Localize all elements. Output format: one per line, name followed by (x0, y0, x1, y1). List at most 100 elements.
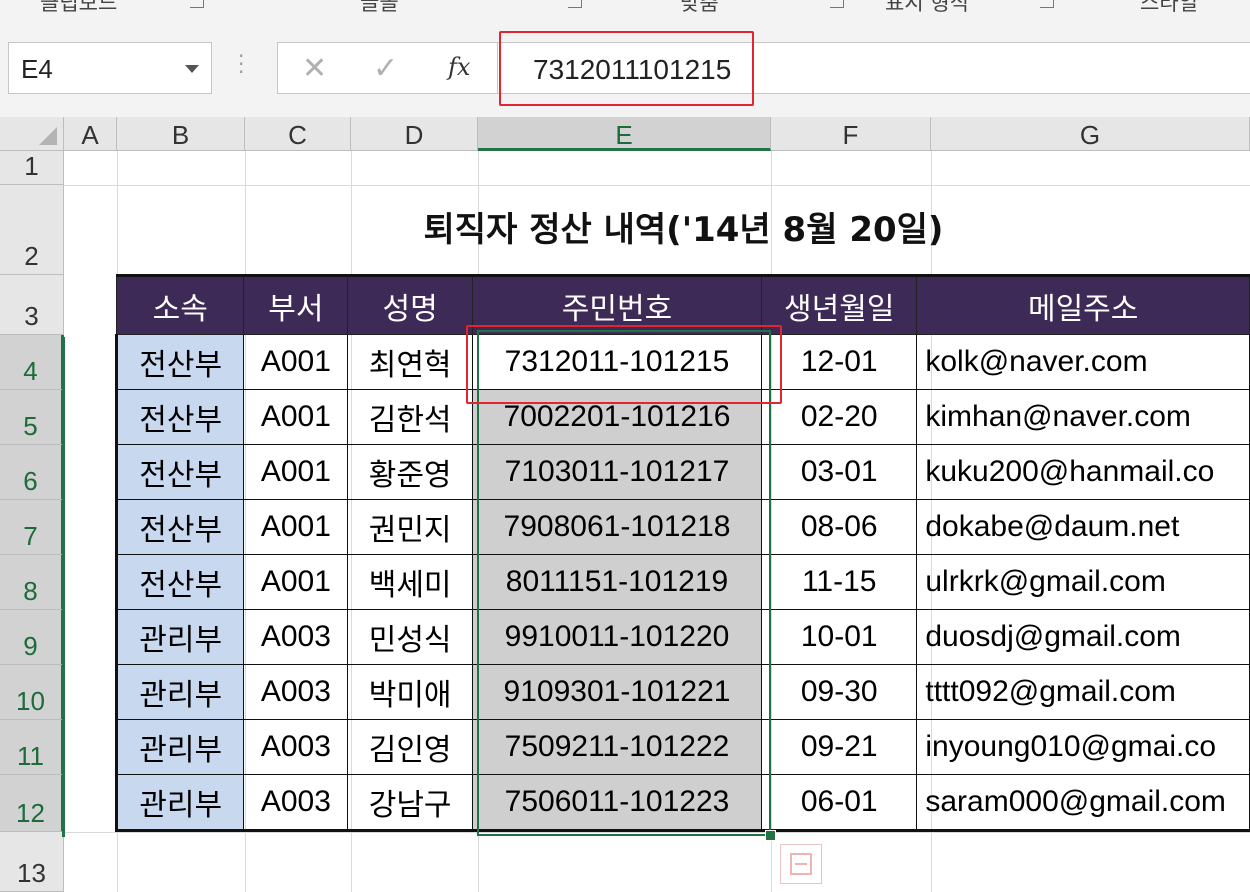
quick-analysis-button[interactable] (780, 844, 822, 884)
cell-name[interactable]: 민성식 (347, 609, 473, 665)
cell-birth[interactable]: 08-06 (761, 499, 918, 555)
cell-birth[interactable]: 03-01 (761, 444, 918, 500)
row-header-12[interactable]: 12 (0, 775, 64, 832)
insert-function-icon[interactable]: fx (448, 53, 470, 81)
cell-name[interactable]: 권민지 (347, 499, 473, 555)
ribbon-label-clipboard: 클립보드 (40, 0, 118, 15)
cell-email[interactable]: kolk@naver.com (916, 334, 1250, 390)
cell-name[interactable]: 김인영 (347, 719, 473, 775)
cell-name[interactable]: 백세미 (347, 554, 473, 610)
cell-email[interactable]: kimhan@naver.com (916, 389, 1250, 445)
cell-dept[interactable]: 전산부 (114, 554, 245, 610)
cell-ssn[interactable]: 7509211-101222 (471, 719, 763, 775)
cell-birth[interactable]: 09-21 (761, 719, 918, 775)
cell-birth[interactable]: 10-01 (761, 609, 918, 665)
header-birth[interactable]: 생년월일 (761, 274, 918, 335)
row-header-5[interactable]: 5 (0, 390, 64, 445)
cell-birth[interactable]: 09-30 (761, 664, 918, 720)
cell-ssn[interactable]: 9910011-101220 (471, 609, 763, 665)
gridline (64, 832, 1250, 833)
cell-dept[interactable]: 관리부 (114, 664, 245, 720)
row-header-label: 11 (17, 741, 44, 771)
name-box[interactable]: E4 (8, 42, 212, 94)
cell-dept[interactable]: 전산부 (114, 334, 245, 390)
column-header-g[interactable]: G (931, 117, 1250, 151)
select-all-button[interactable] (0, 117, 64, 151)
cell-name[interactable]: 황준영 (347, 444, 473, 500)
row-header-11[interactable]: 11 (0, 720, 64, 775)
cell-code[interactable]: A001 (243, 389, 349, 445)
cell-ssn[interactable]: 7908061-101218 (471, 499, 763, 555)
header-dept[interactable]: 소속 (115, 274, 245, 335)
alignment-dialog-launcher-icon[interactable] (830, 0, 844, 8)
worksheet-grid[interactable]: A B C D E F G 1 2 3 4 5 6 7 8 9 10 11 12… (0, 117, 1250, 892)
column-header-f[interactable]: F (771, 117, 931, 151)
cell-email[interactable]: dokabe@daum.net (916, 499, 1250, 555)
table-row: 전산부 A001 황준영 7103011-101217 03-01 kuku20… (114, 444, 1250, 500)
cell-email[interactable]: tttt092@gmail.com (916, 664, 1250, 720)
cell-ssn[interactable]: 7103011-101217 (471, 444, 763, 500)
cancel-icon[interactable]: ✕ (302, 51, 327, 86)
cell-dept[interactable]: 전산부 (114, 444, 245, 500)
cell-dept[interactable]: 전산부 (114, 499, 245, 555)
cell-code[interactable]: A001 (243, 499, 349, 555)
cell-dept[interactable]: 관리부 (114, 719, 245, 775)
header-name[interactable]: 성명 (347, 274, 473, 335)
cell-name[interactable]: 박미애 (347, 664, 473, 720)
cell-email[interactable]: duosdj@gmail.com (916, 609, 1250, 665)
cell-email[interactable]: saram000@gmail.com (916, 774, 1250, 832)
header-code[interactable]: 부서 (243, 274, 349, 335)
more-options-icon[interactable]: · · · (238, 46, 244, 82)
cell-code[interactable]: A001 (243, 554, 349, 610)
row-header-label: 5 (23, 411, 38, 441)
cell-ssn[interactable]: 8011151-101219 (471, 554, 763, 610)
cell-dept[interactable]: 전산부 (114, 389, 245, 445)
row-header-label: 12 (16, 798, 45, 828)
cell-email[interactable]: inyoung010@gmai.co (916, 719, 1250, 775)
fill-handle[interactable] (765, 830, 776, 841)
enter-icon[interactable]: ✓ (373, 51, 398, 86)
row-header-7[interactable]: 7 (0, 500, 64, 555)
cell-birth[interactable]: 02-20 (761, 389, 918, 445)
cell-ssn[interactable]: 9109301-101221 (471, 664, 763, 720)
row-header-2[interactable]: 2 (0, 185, 64, 275)
row-header-10[interactable]: 10 (0, 665, 64, 720)
cell-name[interactable]: 최연혁 (347, 334, 473, 390)
row-header-3[interactable]: 3 (0, 275, 64, 335)
row-header-4[interactable]: 4 (0, 335, 64, 390)
cell-dept[interactable]: 관리부 (114, 774, 245, 832)
cell-email[interactable]: kuku200@hanmail.co (916, 444, 1250, 500)
cell-ssn[interactable]: 7506011-101223 (471, 774, 763, 832)
row-header-9[interactable]: 9 (0, 610, 64, 665)
table-row: 관리부 A003 박미애 9109301-101221 09-30 tttt09… (114, 664, 1250, 720)
column-header-d[interactable]: D (351, 117, 478, 151)
cell-code[interactable]: A003 (243, 664, 349, 720)
chevron-down-icon[interactable] (185, 65, 199, 73)
cell-name[interactable]: 김한석 (347, 389, 473, 445)
column-header-b[interactable]: B (117, 117, 245, 151)
cell-code[interactable]: A003 (243, 609, 349, 665)
cell-code[interactable]: A001 (243, 444, 349, 500)
table-row: 관리부 A003 강남구 7506011-101223 06-01 saram0… (114, 774, 1250, 832)
cell-birth[interactable]: 11-15 (761, 554, 918, 610)
column-header-c[interactable]: C (245, 117, 351, 151)
column-header-a[interactable]: A (64, 117, 117, 151)
cell-code[interactable]: A003 (243, 774, 349, 832)
cell-code[interactable]: A003 (243, 719, 349, 775)
cell-dept[interactable]: 관리부 (114, 609, 245, 665)
clipboard-dialog-launcher-icon[interactable] (190, 0, 204, 8)
cell-email[interactable]: ulrkrk@gmail.com (916, 554, 1250, 610)
cell-code[interactable]: A001 (243, 334, 349, 390)
row-header-13[interactable]: 13 (0, 832, 64, 892)
row-header-6[interactable]: 6 (0, 445, 64, 500)
font-dialog-launcher-icon[interactable] (568, 0, 582, 8)
row-header-1[interactable]: 1 (0, 151, 64, 185)
cell-birth[interactable]: 12-01 (761, 334, 918, 390)
column-header-e[interactable]: E (478, 117, 771, 151)
cell-name[interactable]: 강남구 (347, 774, 473, 832)
sheet-title[interactable]: 퇴직자 정산 내역('14년 8월 20일) (117, 185, 1250, 275)
number-dialog-launcher-icon[interactable] (1040, 0, 1054, 8)
row-header-8[interactable]: 8 (0, 555, 64, 610)
cell-birth[interactable]: 06-01 (761, 774, 918, 832)
header-email[interactable]: 메일주소 (916, 274, 1250, 335)
